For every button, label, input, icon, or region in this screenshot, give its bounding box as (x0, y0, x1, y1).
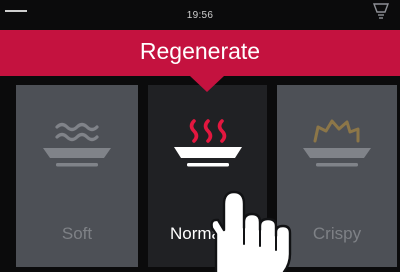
option-soft-label: Soft (61, 224, 93, 243)
waves-plate-icon (43, 122, 111, 167)
steam-plate-icon (173, 119, 242, 167)
crispy-plate-icon (303, 119, 371, 167)
selection-pointer (190, 76, 224, 92)
title-bar: Regenerate (0, 30, 400, 76)
option-soft[interactable]: Soft (16, 85, 138, 267)
oven-status-icon (372, 3, 390, 19)
page-title: Regenerate (139, 38, 261, 64)
clock: 19:56 (186, 10, 214, 21)
tap-hand-icon (210, 190, 292, 272)
oven-display: 19:56 Regenerate Soft Normal Crispy (0, 0, 400, 272)
mode-options: Soft Normal Crispy (0, 76, 400, 272)
status-bar: 19:56 (0, 0, 400, 30)
